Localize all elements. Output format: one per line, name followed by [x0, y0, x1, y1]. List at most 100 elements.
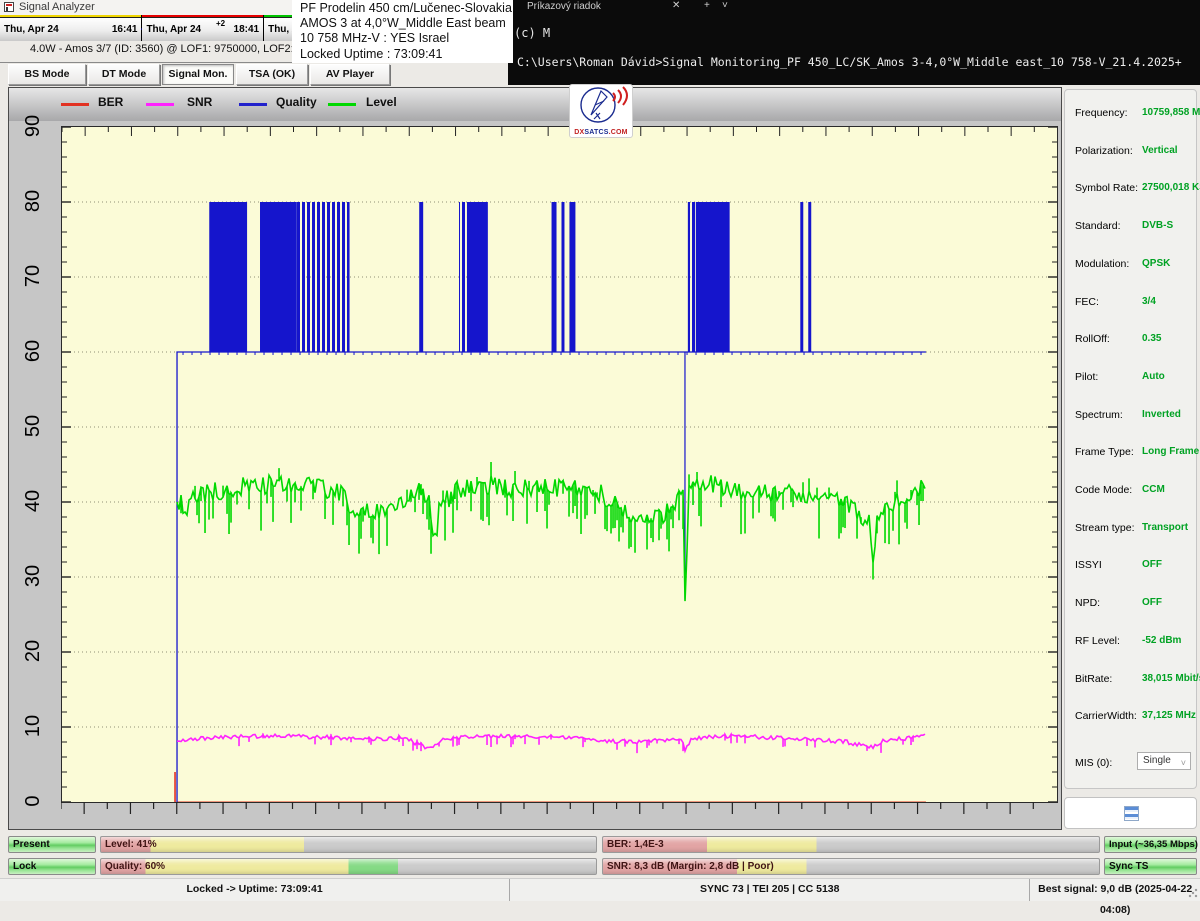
lock-badge: Lock [8, 858, 96, 875]
clock-time-row: Thu, Apr 24 +2 18:41 [142, 18, 263, 41]
present-badge: Present [8, 836, 96, 853]
y-tick-label-40: 40 [22, 479, 44, 523]
y-tick-label-10: 10 [22, 704, 44, 748]
param-value: 0.35 [1142, 333, 1161, 344]
console-dropdown-icon[interactable]: ˅ [722, 0, 728, 11]
site-line-1: PF Prodelin 450 cm/Lučenec-Slovakia [300, 1, 513, 16]
clock-time-row: Thu, Apr 2416:41 [0, 18, 141, 41]
param-row-issyi: ISSYI OFF [1065, 547, 1198, 585]
param-row-symbol-rate-: Symbol Rate:27500,018 KS/s [1065, 170, 1198, 208]
signal-traces [62, 127, 1057, 802]
site-line-3: 10 758 MHz-V : YES Israel [300, 31, 513, 46]
save-icon [1124, 806, 1139, 821]
param-value: Transport [1142, 522, 1188, 533]
param-label: Polarization: [1075, 145, 1133, 157]
y-tick-label-0: 0 [22, 779, 44, 823]
x-axis-ticks [61, 802, 1056, 818]
param-row-pilot-: Pilot: Auto [1065, 359, 1198, 397]
param-value: QPSK [1142, 258, 1170, 269]
param-label: Stream type: [1075, 522, 1135, 534]
console-close-icon[interactable]: ✕ [672, 0, 680, 11]
legend-line-ber [61, 103, 89, 106]
sync-ts-badge: Sync TS [1104, 858, 1197, 875]
app-icon [4, 2, 14, 12]
snapshot-button[interactable] [1064, 797, 1197, 829]
param-row-code-mode-: Code Mode: CCM [1065, 472, 1198, 510]
param-row-polarization-: Polarization: Vertical [1065, 133, 1198, 171]
snr-bar: SNR: 8,3 dB (Margin: 2,8 dB | Poor) [602, 858, 1100, 875]
param-row-stream-type-: Stream type: Transport [1065, 510, 1198, 548]
legend-label-level: Level [366, 95, 397, 109]
logo-text-part: .COM [609, 129, 628, 136]
param-value: 10759,858 MHz [1142, 107, 1200, 118]
param-label: Pilot: [1075, 371, 1098, 383]
console-copyright-text: (c) M [514, 26, 550, 40]
param-label: Standard: [1075, 220, 1121, 232]
chart-legend: BERSNRQualityLevel [9, 88, 1061, 121]
param-row-modulation-: Modulation: QPSK [1065, 246, 1198, 284]
clock-utc-offset: +2 [216, 19, 225, 28]
tab-av-player[interactable]: AV Player [310, 64, 390, 85]
tab-tsa-ok-[interactable]: TSA (OK) [236, 64, 308, 85]
param-row-spectrum-: Spectrum: Inverted [1065, 397, 1198, 435]
param-row-carrierwidth-: CarrierWidth:37,125 MHz [1065, 698, 1198, 736]
mis-dropdown[interactable]: Single˅ [1137, 752, 1191, 770]
y-tick-label-90: 90 [22, 104, 44, 148]
param-value: OFF [1142, 559, 1162, 570]
satellite-dish-icon [571, 85, 631, 125]
command-prompt-window[interactable]: Príkazový riadok ✕ + ˅ (c) M C:\Users\Ro… [508, 0, 1200, 85]
y-tick-label-30: 30 [22, 554, 44, 598]
tab-bs-mode[interactable]: BS Mode [8, 64, 86, 85]
parameter-panel: Frequency:10759,858 MHzPolarization:Vert… [1064, 89, 1197, 789]
param-label: Modulation: [1075, 258, 1129, 270]
param-row-frame-type-: Frame Type:Long Frame [1065, 434, 1198, 472]
level-bar: Level: 41% [100, 836, 597, 853]
legend-line-level [328, 103, 356, 106]
clock-time: 18:41 [234, 24, 260, 35]
param-row-mis: MIS (0): Single˅ [1065, 745, 1198, 783]
statusbar-best-signal: Best signal: 9,0 dB (2025-04-22 04:08) [1030, 879, 1200, 901]
site-line-4: Locked Uptime : 73:09:41 [300, 47, 513, 62]
param-value: OFF [1142, 597, 1162, 608]
y-tick-label-20: 20 [22, 629, 44, 673]
param-label: ISSYI [1075, 559, 1102, 571]
param-value: CCM [1142, 484, 1165, 495]
param-label: Code Mode: [1075, 484, 1132, 496]
param-label: RollOff: [1075, 333, 1110, 345]
param-value: Auto [1142, 371, 1165, 382]
tab-signal-mon-[interactable]: Signal Mon. [162, 64, 234, 85]
param-value: Inverted [1142, 409, 1181, 420]
tab-dt-mode[interactable]: DT Mode [88, 64, 160, 85]
logo-text-part: DX [574, 129, 584, 136]
param-row-bitrate-: BitRate:38,015 Mbit/s [1065, 661, 1198, 699]
clock-date: Thu, Apr 24 [146, 24, 201, 35]
param-label: Spectrum: [1075, 409, 1123, 421]
legend-line-snr [146, 103, 174, 106]
y-tick-label-70: 70 [22, 254, 44, 298]
console-prompt-line[interactable]: C:\Users\Roman Dávid>Signal Monitoring_P… [517, 55, 1182, 69]
param-row-standard-: Standard: DVB-S [1065, 208, 1198, 246]
param-value: Vertical [1142, 145, 1178, 156]
resize-grip[interactable] [1188, 888, 1198, 898]
param-row-fec-: FEC:3/4 [1065, 284, 1198, 322]
console-newtab-icon[interactable]: + [704, 0, 710, 11]
quality-bar: Quality: 60% [100, 858, 597, 875]
param-value: 38,015 Mbit/s [1142, 673, 1200, 684]
param-label: CarrierWidth: [1075, 710, 1137, 722]
chevron-down-icon: ˅ [1181, 755, 1186, 771]
console-title: Príkazový riadok [527, 1, 601, 12]
param-value: 27500,018 KS/s [1142, 182, 1200, 193]
y-tick-label-50: 50 [22, 404, 44, 448]
statusbar: Locked -> Uptime: 73:09:41 SYNC 73 | TEI… [0, 878, 1200, 901]
site-info-panel: PF Prodelin 450 cm/Lučenec-Slovakia AMOS… [292, 0, 513, 63]
mis-label: MIS (0): [1075, 757, 1112, 769]
site-line-2: AMOS 3 at 4,0°W_Middle East beam [300, 16, 513, 31]
param-value: Long Frame [1142, 446, 1199, 457]
param-value: DVB-S [1142, 220, 1173, 231]
legend-label-quality: Quality [276, 95, 317, 109]
logo-text: DXSATCS.COM [570, 129, 632, 136]
y-tick-label-60: 60 [22, 329, 44, 373]
param-value: 3/4 [1142, 296, 1156, 307]
y-tick-label-80: 80 [22, 179, 44, 223]
logo-text-part: SATCS [584, 129, 608, 136]
